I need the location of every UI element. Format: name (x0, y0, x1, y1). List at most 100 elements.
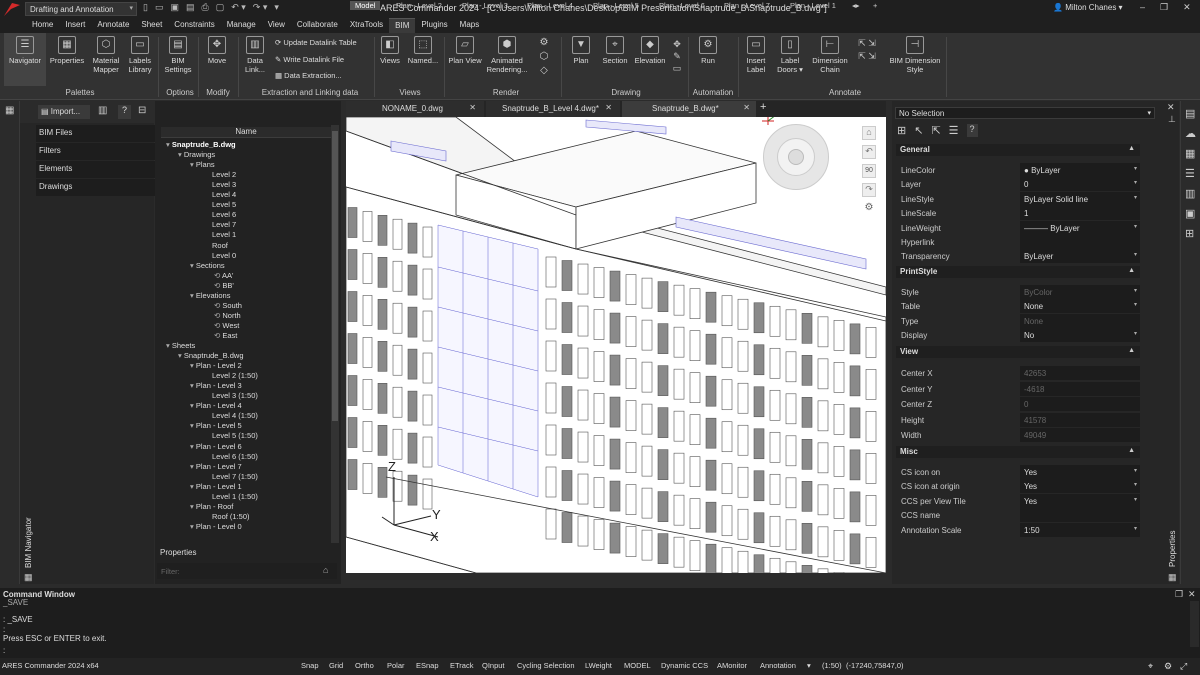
tree-plan-item[interactable]: Level 3 (212, 180, 236, 190)
run-button[interactable]: ⚙ Run (696, 36, 720, 65)
undo-icon[interactable]: ↶ ▾ (231, 2, 246, 16)
restore-icon[interactable]: ❐ (1175, 589, 1183, 600)
prop-value[interactable] (1020, 235, 1140, 249)
status-amonitor[interactable]: AMonitor (717, 661, 747, 670)
navigator-icon[interactable]: ▣ (1185, 207, 1195, 220)
tab-insert[interactable]: Insert (59, 18, 91, 33)
section-button[interactable]: ⌖ Section (600, 36, 630, 65)
help-icon[interactable]: ? (966, 124, 978, 137)
close-icon[interactable]: ✕ (1183, 2, 1191, 13)
restore-icon[interactable]: ❐ (1160, 2, 1168, 13)
layers-icon[interactable]: ☰ (1185, 167, 1195, 180)
status-qinput[interactable]: QInput (482, 661, 505, 670)
tab-constraints[interactable]: Constraints (168, 18, 220, 33)
tree-elevation-item[interactable]: ⟲ North (214, 311, 241, 321)
update-datalink-table-button[interactable]: ⟳ Update Datalink Table (275, 38, 357, 47)
tab-xtratools[interactable]: XtraTools (344, 18, 389, 33)
prop-value[interactable]: ● ByLayer ▾ (1020, 163, 1140, 177)
tree-sheet-file[interactable]: ▾ Snaptrude_B.dwg (178, 351, 244, 361)
plan-view-button[interactable]: ▱ Plan View (448, 36, 482, 65)
doc-tab-snaptrude-b[interactable]: Snaptrude_B.dwg* ✕ (622, 101, 756, 117)
tree-sheet-view[interactable]: Level 3 (1:50) (212, 391, 258, 401)
collapse-icon[interactable]: ▲ (1128, 447, 1135, 454)
selection-dropdown[interactable]: No Selection ▾ (895, 107, 1155, 119)
view-angle-value[interactable]: 90 (862, 164, 876, 178)
render-tools-button[interactable]: ⚙ ⬡ ◇ (533, 36, 555, 78)
prop-value[interactable]: ByLayer ▾ (1020, 249, 1140, 264)
tab-manage[interactable]: Manage (221, 18, 262, 33)
properties-button[interactable]: ▦ Properties (48, 36, 86, 65)
prop-section-general[interactable]: General ▲ (896, 144, 1140, 156)
location-icon[interactable]: ⌖ (1148, 661, 1153, 672)
status-snap[interactable]: Snap (301, 661, 319, 670)
prop-section-printstyle[interactable]: PrintStyle ▲ (896, 266, 1140, 278)
tree-plan-item[interactable]: Level 4 (212, 190, 236, 200)
prop-value[interactable]: 49049 (1020, 428, 1140, 443)
quick-select-icon[interactable]: ⊞ (897, 124, 906, 137)
cloud-icon[interactable]: ☁ (1185, 127, 1196, 140)
navigator-button[interactable]: ☰ Navigator (4, 33, 46, 86)
tree-sheet-view[interactable]: Level 2 (1:50) (212, 371, 258, 381)
minimize-icon[interactable]: – (1140, 2, 1145, 13)
status-annotation[interactable]: Annotation (760, 661, 796, 670)
nav-item-elements[interactable]: Elements› (36, 161, 174, 178)
tree-scrollbar[interactable] (331, 125, 339, 543)
toggle-panel-icon[interactable]: ⊟ (138, 105, 146, 116)
tree-sections[interactable]: ▾ Sections (190, 261, 225, 271)
status-grid[interactable]: Grid (329, 661, 343, 670)
annotation-dropdown-icon[interactable]: ▾ (807, 661, 811, 670)
add-layout-icon[interactable]: + (873, 1, 877, 10)
navigation-wheel[interactable] (763, 124, 829, 190)
status-lweight[interactable]: LWeight (585, 661, 612, 670)
move-button[interactable]: ✥ Move (202, 36, 232, 65)
preview-icon[interactable]: ▢ (216, 2, 225, 16)
prop-value[interactable]: ——— ByLayer ▾ (1020, 220, 1140, 235)
open-file-icon[interactable]: ▭ (155, 2, 164, 16)
animated-rendering-button[interactable]: ⬢ Animated Rendering... (486, 36, 528, 74)
nav-item-filters[interactable]: Filters› (36, 143, 174, 160)
bim-settings-button[interactable]: ▤ BIM Settings (162, 36, 194, 74)
pickadd-icon[interactable]: ⇱ (931, 124, 940, 137)
tree-sheet-plan[interactable]: ▾ Plan - Level 3 (190, 381, 242, 391)
library-icon[interactable]: ▥ (1185, 187, 1195, 200)
labels-library-button[interactable]: ▭ Labels Library (126, 36, 154, 74)
tree-sheet-view[interactable]: Level 5 (1:50) (212, 431, 258, 441)
prop-section-misc[interactable]: Misc ▲ (896, 446, 1140, 458)
collapse-icon[interactable]: ▲ (1128, 267, 1135, 274)
named-views-button[interactable]: ⬚ Named... (406, 36, 440, 65)
filter-input[interactable]: Filter: (157, 563, 337, 579)
tree-plan-item[interactable]: Level 6 (212, 210, 236, 220)
import-button[interactable]: ▤ Import... (38, 105, 90, 119)
nav-item-bim-files[interactable]: BIM Files› (36, 125, 174, 142)
print-icon[interactable]: ⎙ (202, 2, 209, 16)
tree-plans[interactable]: ▾ Plans (190, 160, 215, 170)
tree-sheet-view[interactable]: Level 7 (1:50) (212, 472, 258, 482)
layout-tab-scroll-icon[interactable]: ◂▸ (852, 1, 860, 10)
tree-plan-item[interactable]: Level 0 (212, 251, 236, 261)
tree-sheet-plan[interactable]: ▾ Plan - Roof (190, 502, 233, 512)
tab-plugins[interactable]: Plugins (415, 18, 453, 33)
more-icon[interactable]: ▾ (274, 2, 279, 16)
data-extraction-button[interactable]: ▦ Data Extraction... (275, 71, 342, 80)
layout-tab-level3[interactable]: Plan - Level 3 (462, 1, 508, 10)
status-etrack[interactable]: ETrack (450, 661, 473, 670)
tree-section-item[interactable]: ⟲ BB' (214, 281, 234, 291)
drawing-tools-button[interactable]: ✥ ✎ ▭ (670, 38, 684, 74)
app-logo-icon[interactable] (2, 1, 22, 17)
doc-tab-noname[interactable]: NONAME_0.dwg ✕ (346, 101, 484, 117)
tree-sheet-view[interactable]: Level 6 (1:50) (212, 452, 258, 462)
settings-icon[interactable]: ⚙ (1164, 661, 1172, 672)
prop-value[interactable]: 42653 (1020, 366, 1140, 380)
layout-tab-level1[interactable]: Plan - Level 1 (790, 1, 836, 10)
tree-elevations[interactable]: ▾ Elevations (190, 291, 230, 301)
insert-label-button[interactable]: ▭ Insert Label (742, 36, 770, 74)
layout-tab-level4[interactable]: Plan - Level 4 (527, 1, 573, 10)
tab-collaborate[interactable]: Collaborate (291, 18, 344, 33)
navigator-settings-icon[interactable]: ▥ (98, 105, 107, 116)
view-link-icon[interactable]: ⟲ (214, 271, 222, 280)
layout-tab-model[interactable]: Model (350, 1, 381, 10)
tab-annotate[interactable]: Annotate (91, 18, 135, 33)
properties-icon[interactable]: ⊞ (1185, 227, 1194, 240)
save-as-icon[interactable]: ▤ (186, 2, 195, 16)
material-mapper-button[interactable]: ⬡ Material Mapper (88, 36, 124, 74)
